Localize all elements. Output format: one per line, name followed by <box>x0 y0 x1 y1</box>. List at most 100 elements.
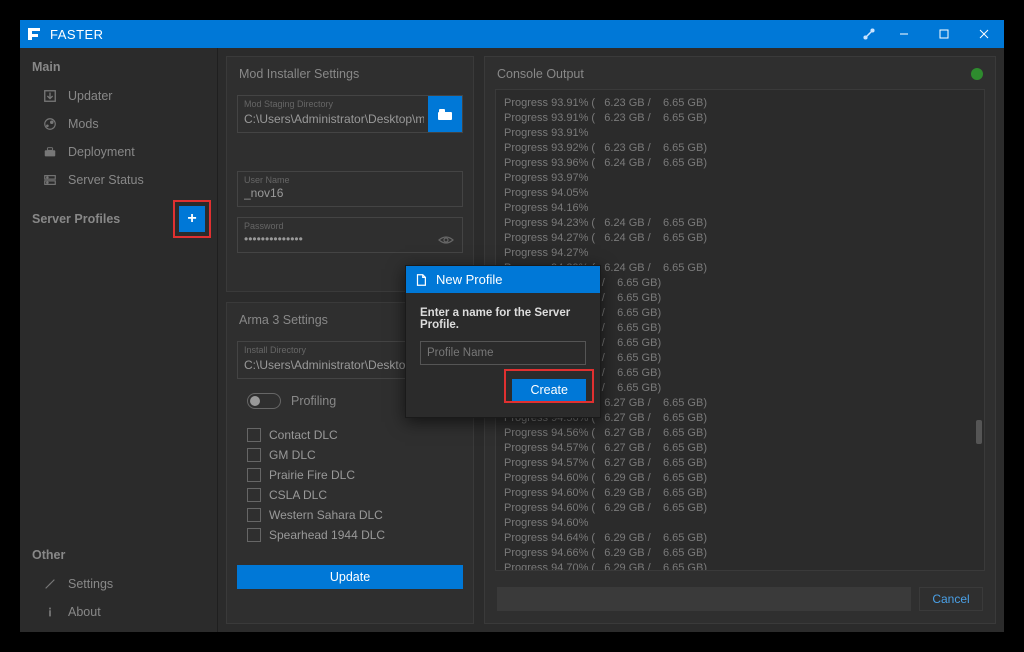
browse-staging-button[interactable] <box>428 96 462 132</box>
checkbox[interactable] <box>247 468 261 482</box>
install-dir-label: Install Directory <box>244 345 306 355</box>
console-line: Progress 94.66% ( 6.29 GB / 6.65 GB) <box>504 546 976 561</box>
console-line: Progress 94.64% ( 6.29 GB / 6.65 GB) <box>504 531 976 546</box>
dlc-label: CSLA DLC <box>269 488 327 502</box>
mod-installer-title: Mod Installer Settings <box>227 57 473 89</box>
dialog-prompt: Enter a name for the Server Profile. <box>420 307 586 331</box>
server-icon <box>42 172 58 188</box>
dlc-label: Spearhead 1944 DLC <box>269 528 385 542</box>
checkbox[interactable] <box>247 528 261 542</box>
tools-icon[interactable] <box>854 27 884 41</box>
username-field[interactable]: User Name _nov16 <box>237 171 463 207</box>
dlc-label: GM DLC <box>269 448 316 462</box>
wrench-icon <box>42 576 58 592</box>
dlc-row[interactable]: Contact DLC <box>237 425 463 445</box>
maximize-button[interactable] <box>924 20 964 48</box>
sidebar-item-about[interactable]: About <box>20 598 217 632</box>
sidebar-item-label: Deployment <box>68 145 135 159</box>
console-line: Progress 94.60% ( 6.29 GB / 6.65 GB) <box>504 486 976 501</box>
sidebar: Main Updater Mods Deployment <box>20 48 218 632</box>
briefcase-icon <box>42 144 58 160</box>
dlc-row[interactable]: Prairie Fire DLC <box>237 465 463 485</box>
dlc-row[interactable]: CSLA DLC <box>237 485 463 505</box>
dialog-title: New Profile <box>436 272 502 287</box>
console-line: Progress 94.05% <box>504 186 976 201</box>
dlc-row[interactable]: Spearhead 1944 DLC <box>237 525 463 545</box>
scrollbar-thumb[interactable] <box>976 420 982 444</box>
info-icon <box>42 604 58 620</box>
console-command-input[interactable] <box>497 587 911 611</box>
app-title: FASTER <box>48 27 104 42</box>
download-icon <box>42 88 58 104</box>
titlebar: FASTER <box>20 20 1004 48</box>
new-profile-dialog: New Profile Enter a name for the Server … <box>405 265 601 418</box>
staging-dir-label: Mod Staging Directory <box>244 99 333 109</box>
sidebar-item-label: About <box>68 605 101 619</box>
sidebar-item-deployment[interactable]: Deployment <box>20 138 217 166</box>
checkbox[interactable] <box>247 488 261 502</box>
sidebar-main-label: Main <box>20 48 217 82</box>
folder-icon <box>437 107 453 121</box>
steam-icon <box>42 116 58 132</box>
sidebar-other-label: Other <box>20 536 217 570</box>
profiling-toggle[interactable] <box>247 393 281 409</box>
username-label: User Name <box>244 175 290 185</box>
console-line: Progress 93.96% ( 6.24 GB / 6.65 GB) <box>504 156 976 171</box>
console-line: Progress 93.97% <box>504 171 976 186</box>
console-line: Progress 94.56% ( 6.27 GB / 6.65 GB) <box>504 426 976 441</box>
sidebar-item-label: Updater <box>68 89 112 103</box>
sidebar-item-label: Settings <box>68 577 113 591</box>
console-line: Progress 94.57% ( 6.27 GB / 6.65 GB) <box>504 441 976 456</box>
console-line: Progress 93.91% <box>504 126 976 141</box>
console-line: Progress 94.23% ( 6.24 GB / 6.65 GB) <box>504 216 976 231</box>
console-line: Progress 94.27% <box>504 246 976 261</box>
console-title: Console Output <box>497 67 584 81</box>
cancel-button[interactable]: Cancel <box>919 587 983 611</box>
profile-name-input[interactable]: Profile Name <box>420 341 586 365</box>
profiling-label: Profiling <box>291 394 336 408</box>
dlc-row[interactable]: GM DLC <box>237 445 463 465</box>
sidebar-item-settings[interactable]: Settings <box>20 570 217 598</box>
create-button[interactable]: Create <box>512 379 586 401</box>
sidebar-item-server-status[interactable]: Server Status <box>20 166 217 194</box>
console-line: Progress 94.16% <box>504 201 976 216</box>
dlc-row[interactable]: Western Sahara DLC <box>237 505 463 525</box>
console-line: Progress 94.27% ( 6.24 GB / 6.65 GB) <box>504 231 976 246</box>
update-button[interactable]: Update <box>237 565 463 589</box>
close-button[interactable] <box>964 20 1004 48</box>
password-label: Password <box>244 221 284 231</box>
dialog-titlebar: New Profile <box>406 266 600 293</box>
sidebar-item-label: Mods <box>68 117 99 131</box>
checkbox[interactable] <box>247 448 261 462</box>
console-line: Progress 93.91% ( 6.23 GB / 6.65 GB) <box>504 111 976 126</box>
checkbox[interactable] <box>247 428 261 442</box>
checkbox[interactable] <box>247 508 261 522</box>
sidebar-profiles-row: Server Profiles + <box>20 194 217 240</box>
staging-dir-field[interactable]: Mod Staging Directory C:\Users\Administr… <box>237 95 463 133</box>
add-profile-button[interactable]: + <box>179 206 205 232</box>
dlc-label: Western Sahara DLC <box>269 508 383 522</box>
minimize-button[interactable] <box>884 20 924 48</box>
dlc-list: Contact DLC GM DLC Prairie Fire DLC CSLA DL… <box>237 425 463 545</box>
sidebar-item-updater[interactable]: Updater <box>20 82 217 110</box>
console-line: Progress 93.91% ( 6.23 GB / 6.65 GB) <box>504 96 976 111</box>
console-line: Progress 94.60% ( 6.29 GB / 6.65 GB) <box>504 471 976 486</box>
sidebar-item-label: Server Status <box>68 173 144 187</box>
console-line: Progress 94.60% ( 6.29 GB / 6.65 GB) <box>504 501 976 516</box>
console-line: Progress 94.60% <box>504 516 976 531</box>
eye-icon[interactable] <box>438 234 456 246</box>
console-line: Progress 94.57% ( 6.27 GB / 6.65 GB) <box>504 456 976 471</box>
dlc-label: Prairie Fire DLC <box>269 468 355 482</box>
profile-name-placeholder: Profile Name <box>427 347 493 359</box>
mod-installer-panel: Mod Installer Settings Mod Staging Direc… <box>226 56 474 292</box>
plus-icon: + <box>187 210 196 228</box>
dlc-label: Contact DLC <box>269 428 338 442</box>
sidebar-item-mods[interactable]: Mods <box>20 110 217 138</box>
file-plus-icon <box>414 273 428 287</box>
console-line: Progress 94.70% ( 6.29 GB / 6.65 GB) <box>504 561 976 571</box>
sidebar-profiles-label: Server Profiles <box>32 212 120 226</box>
app-logo-icon <box>20 20 48 48</box>
password-field[interactable]: Password •••••••••••••• <box>237 217 463 253</box>
main-area: Mod Installer Settings Mod Staging Direc… <box>218 48 1004 632</box>
status-dot-icon <box>971 68 983 80</box>
